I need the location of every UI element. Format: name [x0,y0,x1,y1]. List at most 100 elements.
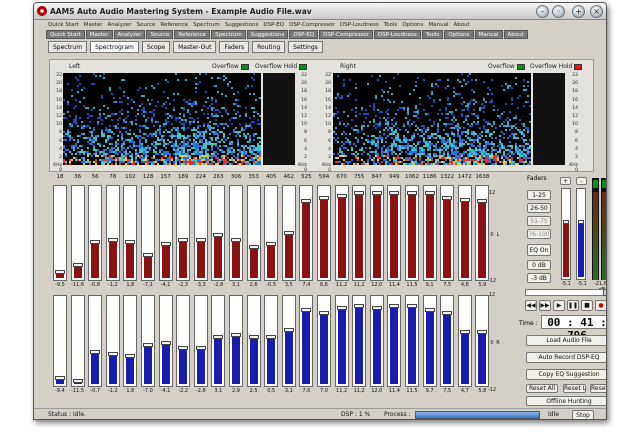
range-1-25-button[interactable]: 1-25 [527,190,551,200]
left-eq-fader[interactable] [422,185,437,281]
subtab-faders[interactable]: Faders [219,41,250,53]
menu-item-analyzer[interactable]: Analyzer [108,22,132,28]
right-eq-fader[interactable] [70,295,85,387]
right-eq-fader[interactable] [387,295,402,387]
fader-thumb[interactable] [266,242,277,247]
fader-thumb[interactable] [125,240,136,245]
reset-all-button[interactable]: Reset All [526,384,558,393]
tab-options[interactable]: Options [444,30,474,39]
right-eq-fader[interactable] [440,295,455,387]
fader-thumb[interactable] [231,238,241,243]
gain-fader-l[interactable] [561,188,571,280]
menu-item-spectrum[interactable]: Spectrum [193,22,220,28]
tab-master[interactable]: Master [85,30,113,39]
fader-thumb[interactable] [72,379,83,384]
left-eq-fader[interactable] [105,185,120,281]
fader-thumb[interactable] [160,340,171,345]
tab-tools[interactable]: Tools [421,30,444,39]
right-eq-fader[interactable] [53,295,67,387]
menu-item-about[interactable]: About [454,22,470,28]
gain-plus-button[interactable]: + [560,177,571,185]
fader-thumb[interactable] [283,231,294,235]
auto-record-dsp-eq-button[interactable]: Auto Record DSP-EQ [526,352,606,363]
left-eq-fader[interactable] [70,185,85,281]
left-eq-fader[interactable] [369,185,384,281]
fader-thumb[interactable] [72,263,83,268]
fast-forward-button[interactable]: ▶▶ [539,300,551,311]
eq-on-button[interactable]: EQ On [527,244,551,256]
minimize-button[interactable]: – [536,5,549,18]
menu-item-dsp-loudness[interactable]: DSP-Loudness [340,22,379,28]
left-eq-fader[interactable] [440,185,455,281]
fader-thumb[interactable] [160,242,171,247]
right-eq-fader[interactable] [246,295,261,387]
reset-l-button[interactable]: Reset L [563,384,586,393]
right-eq-fader[interactable] [405,295,419,387]
fader-thumb[interactable] [248,244,259,249]
menu-item-options[interactable]: Options [402,22,423,28]
fader-thumb[interactable] [442,196,453,201]
left-eq-fader[interactable] [53,185,67,281]
left-eq-fader[interactable] [387,185,402,281]
right-eq-fader[interactable] [334,295,349,387]
fader-thumb[interactable] [424,308,435,313]
record-button[interactable]: ● [595,300,606,311]
fader-thumb[interactable] [213,334,224,339]
pause-button[interactable]: ❚❚ [567,300,579,311]
right-eq-fader[interactable] [176,295,191,387]
right-eq-fader[interactable] [299,295,314,387]
offline-hunting-button[interactable]: Offline Hunting [526,396,606,406]
restore-button[interactable]: ◦ [552,5,565,18]
gain-minus-button[interactable]: - [576,177,587,185]
left-eq-fader[interactable] [457,185,472,281]
subtab-master-out[interactable]: Master-Out [173,41,217,53]
fader-thumb[interactable] [301,308,312,313]
subtab-spectrum[interactable]: Spectrum [48,41,88,53]
menu-item-master[interactable]: Master [84,22,103,28]
left-eq-fader[interactable] [123,185,138,281]
fader-thumb[interactable] [424,191,435,196]
stop-process-button[interactable]: Stop [572,410,594,419]
tab-reference[interactable]: Reference [174,30,211,39]
menu-item-source[interactable]: Source [136,22,155,28]
right-eq-fader[interactable] [211,295,226,387]
tab-spectrum[interactable]: Spectrum [211,30,246,39]
fader-thumb[interactable] [231,332,241,337]
fader-thumb[interactable] [107,238,118,243]
left-eq-fader[interactable] [229,185,243,281]
fader-thumb[interactable] [336,194,347,199]
subtab-routing[interactable]: Routing [252,41,286,53]
left-eq-fader[interactable] [176,185,191,281]
left-eq-fader[interactable] [299,185,314,281]
fader-thumb[interactable] [55,375,65,380]
menu-item-tools[interactable]: Tools [384,22,398,28]
fader-thumb[interactable] [143,253,153,258]
gain-fader-r[interactable] [576,188,586,280]
right-eq-fader[interactable] [422,295,437,387]
right-eq-fader[interactable] [141,295,155,387]
fader-thumb[interactable] [125,353,136,358]
right-eq-fader[interactable] [475,295,490,387]
left-eq-fader[interactable] [334,185,349,281]
fader-thumb[interactable] [283,328,294,333]
left-eq-fader[interactable] [158,185,173,281]
close-button[interactable]: × [590,5,603,18]
menu-item-quick-start[interactable]: Quick Start [48,22,79,28]
play-button[interactable]: ▶ [553,300,565,311]
fader-thumb[interactable] [266,334,277,339]
left-eq-fader[interactable] [317,185,331,281]
fader-thumb[interactable] [459,197,470,202]
range-51-75-button[interactable]: 51-75 [527,216,551,226]
left-eq-fader[interactable] [281,185,296,281]
right-eq-fader[interactable] [352,295,367,387]
menu-item-reference[interactable]: Reference [160,22,188,28]
subtab-spectrogram[interactable]: Spectrogram [90,41,139,53]
fader-thumb[interactable] [459,330,470,335]
left-eq-fader[interactable] [405,185,419,281]
right-eq-fader[interactable] [369,295,384,387]
fader-thumb[interactable] [442,310,453,315]
range-26-50-button[interactable]: 26-50 [527,203,551,213]
left-eq-fader[interactable] [246,185,261,281]
left-eq-fader[interactable] [352,185,367,281]
fader-thumb[interactable] [143,343,153,348]
